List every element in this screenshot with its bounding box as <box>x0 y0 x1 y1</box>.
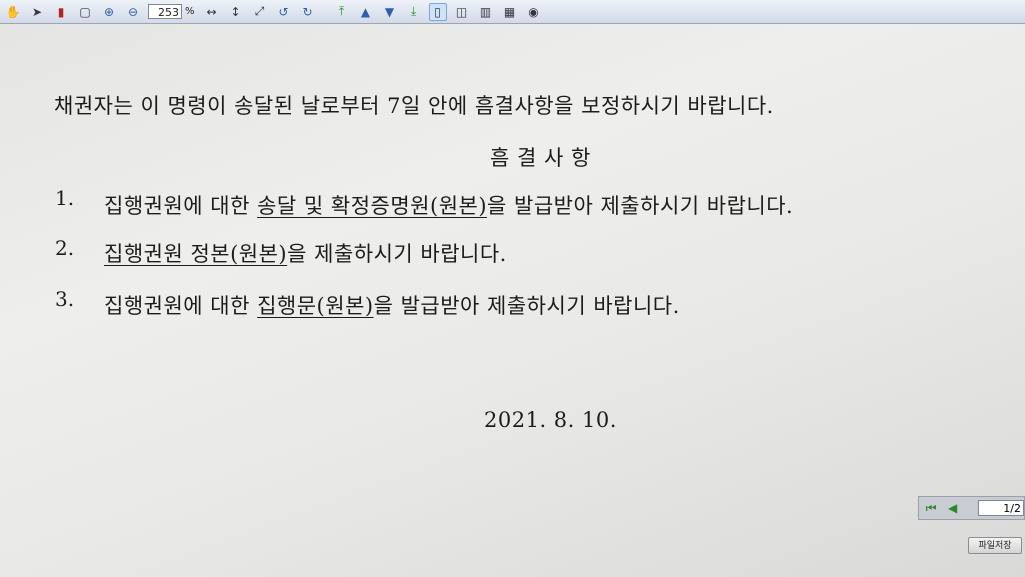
item-number: 3. <box>55 287 75 311</box>
list-item: 집행권원에 대한 송달 및 확정증명원(원본)을 발급받아 제출하시기 바랍니다… <box>104 194 794 218</box>
item-number: 1. <box>55 186 75 210</box>
document-page: 채권자는 이 명령이 송달된 날로부터 7일 안에 흠결사항을 보정하시기 바랍… <box>0 0 1025 577</box>
intro-text: 채권자는 이 명령이 송달된 날로부터 7일 안에 흠결사항을 보정하시기 바랍… <box>54 94 774 118</box>
page-number-input[interactable]: 1/2 <box>977 500 1024 516</box>
underlined-text: 집행문(원본) <box>257 294 374 318</box>
section-heading: 흠 결 사 항 <box>490 146 591 170</box>
item-number: 2. <box>55 236 75 260</box>
prev-page-icon[interactable]: ◀ <box>943 499 961 517</box>
underlined-text: 송달 및 확정증명원(원본) <box>257 194 488 218</box>
underlined-text: 집행권원 정본(원본) <box>104 242 288 266</box>
first-page-icon[interactable]: ⏮ <box>922 499 940 517</box>
document-date: 2021. 8. 10. <box>484 408 617 432</box>
list-item: 집행권원 정본(원본)을 제출하시기 바랍니다. <box>104 242 507 266</box>
save-file-button[interactable]: 파일저장 <box>968 537 1022 554</box>
page-navigator: ⏮ ◀ 1/2 <box>918 496 1025 520</box>
list-item: 집행권원에 대한 집행문(원본)을 발급받아 제출하시기 바랍니다. <box>104 294 680 318</box>
